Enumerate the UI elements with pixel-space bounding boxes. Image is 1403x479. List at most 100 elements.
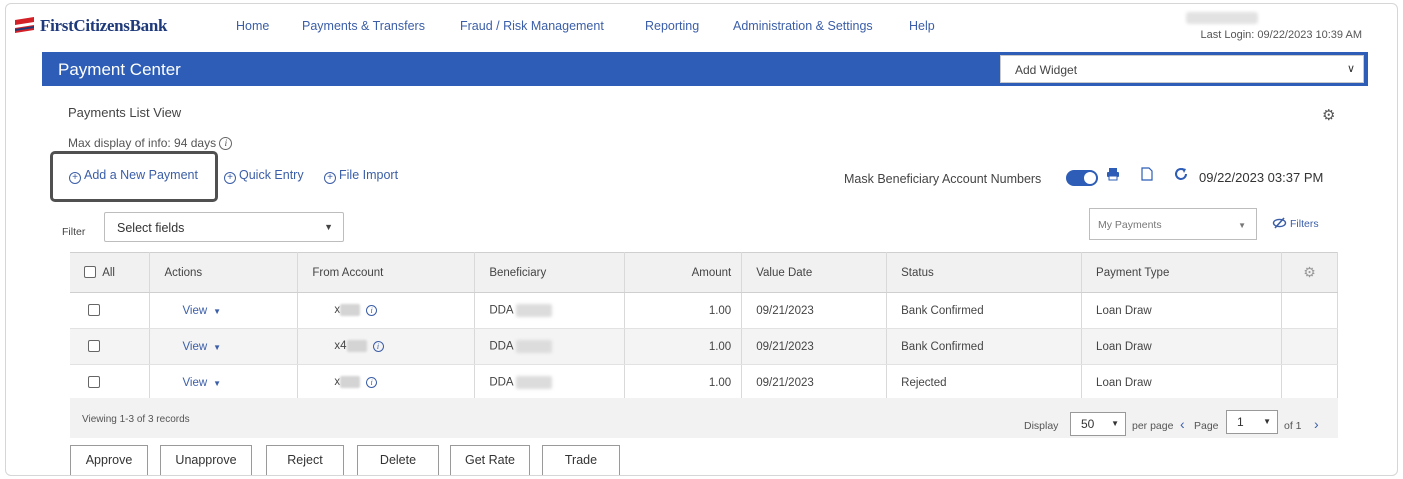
payment-type-cell: Loan Draw [1081, 292, 1282, 329]
chevron-down-icon: ∨ [1346, 63, 1355, 75]
unapprove-button[interactable]: Unapprove [160, 445, 252, 475]
col-from-account: From Account [297, 252, 476, 293]
quick-entry-link[interactable]: + Quick Entry [224, 168, 304, 184]
refresh-icon[interactable] [1174, 167, 1188, 184]
select-all-label: All [102, 266, 115, 279]
amount-cell: 1.00 [624, 292, 743, 329]
row-action-cell[interactable]: View ▼ [149, 364, 299, 401]
select-all-header[interactable]: All [70, 252, 151, 293]
row-action-cell[interactable]: View ▼ [149, 328, 299, 365]
account-redacted [340, 304, 361, 317]
col-actions: Actions [149, 252, 299, 293]
page-of-label: of 1 [1284, 420, 1302, 432]
per-page-label: per page [1132, 420, 1174, 432]
beneficiary-value: DDA [489, 304, 514, 317]
get-rate-button[interactable]: Get Rate [450, 445, 530, 475]
view-link[interactable]: View [182, 341, 207, 353]
row-checkbox-cell[interactable] [70, 292, 151, 329]
table-header-row: All Actions From Account Beneficiary Amo… [70, 252, 1339, 293]
per-page-value: 50 [1081, 417, 1095, 431]
page-value: 1 [1237, 415, 1244, 429]
select-all-checkbox[interactable] [84, 266, 96, 279]
flag-logo-icon [14, 17, 36, 35]
page-select[interactable]: 1 ▼ [1226, 410, 1278, 434]
info-icon[interactable]: i [219, 137, 233, 151]
view-link[interactable]: View [182, 305, 207, 317]
approve-button[interactable]: Approve [70, 445, 148, 475]
nav-home[interactable]: Home [236, 19, 269, 33]
info-icon[interactable]: i [366, 304, 378, 316]
eye-slash-icon [1272, 217, 1287, 229]
beneficiary-cell: DDA [474, 292, 626, 329]
mask-account-toggle[interactable] [1066, 170, 1098, 186]
view-link[interactable]: View [182, 377, 207, 389]
record-count: Viewing 1-3 of 3 records [82, 414, 190, 425]
document-icon[interactable] [1141, 167, 1153, 184]
prev-page-icon[interactable]: ‹ [1180, 416, 1185, 432]
trade-button[interactable]: Trade [542, 445, 620, 475]
brand-logo[interactable]: FirstCitizensBank [14, 16, 167, 36]
nav-administration-settings[interactable]: Administration & Settings [733, 19, 873, 33]
view-select[interactable]: My Payments ▼ [1089, 208, 1257, 240]
col-payment-type: Payment Type [1081, 252, 1282, 293]
status-cell: Rejected [886, 364, 1083, 401]
max-display-text: Max display of info: 94 days [68, 136, 217, 150]
from-account-value: x4 [334, 340, 347, 353]
nav-reporting[interactable]: Reporting [645, 19, 699, 33]
col-status: Status [886, 252, 1083, 293]
caret-down-icon[interactable]: ▼ [213, 307, 221, 316]
account-redacted [346, 340, 367, 353]
info-icon[interactable]: i [366, 376, 378, 388]
mask-account-label: Mask Beneficiary Account Numbers [844, 172, 1042, 186]
row-checkbox[interactable] [88, 340, 100, 353]
delete-button[interactable]: Delete [357, 445, 439, 475]
add-new-payment-link[interactable]: + Add a New Payment [69, 168, 198, 184]
filter-fields-select[interactable]: Select fields ▼ [104, 212, 344, 242]
row-action-cell[interactable]: View ▼ [149, 292, 299, 329]
caret-down-icon: ▼ [1263, 417, 1271, 426]
file-import-link[interactable]: + File Import [324, 168, 398, 184]
caret-down-icon[interactable]: ▼ [213, 379, 221, 388]
caret-down-icon: ▼ [1111, 419, 1119, 428]
plus-circle-icon: + [69, 172, 81, 184]
caret-down-icon[interactable]: ▼ [213, 343, 221, 352]
nav-payments-transfers[interactable]: Payments & Transfers [302, 19, 425, 33]
quick-entry-label: Quick Entry [239, 168, 304, 182]
gear-icon[interactable]: ⚙ [1303, 264, 1316, 280]
nav-fraud-risk[interactable]: Fraud / Risk Management [460, 19, 604, 33]
page-header-title: Payment Center [58, 60, 181, 79]
value-date-cell: 09/21/2023 [741, 292, 888, 329]
add-new-payment-label: Add a New Payment [84, 168, 198, 182]
filters-label: Filters [1290, 218, 1319, 230]
table-row: View ▼ xi DDA 1.00 09/21/2023 Rejected Lo… [70, 364, 1339, 401]
next-page-icon[interactable]: › [1314, 416, 1319, 432]
display-label: Display [1024, 420, 1059, 432]
col-amount: Amount [624, 252, 743, 293]
gear-icon[interactable]: ⚙ [1322, 106, 1335, 124]
row-checkbox[interactable] [88, 376, 100, 389]
row-checkbox-cell[interactable] [70, 328, 151, 365]
per-page-select[interactable]: 50 ▼ [1070, 412, 1126, 436]
print-icon[interactable] [1106, 167, 1120, 184]
row-checkbox[interactable] [88, 304, 100, 317]
row-checkbox-cell[interactable] [70, 364, 151, 401]
empty-cell [1281, 328, 1339, 365]
brand-name: FirstCitizensBank [40, 16, 168, 35]
nav-help[interactable]: Help [909, 19, 935, 33]
add-widget-select[interactable]: Add Widget ∨ [1000, 55, 1364, 83]
empty-cell [1281, 292, 1339, 329]
view-select-value: My Payments [1098, 219, 1162, 231]
info-icon[interactable]: i [372, 340, 384, 352]
amount-cell: 1.00 [624, 328, 743, 365]
beneficiary-redacted [515, 304, 552, 317]
from-account-cell: x4 i [297, 328, 476, 365]
column-settings-cell[interactable]: ⚙ [1281, 252, 1339, 293]
plus-circle-icon: + [324, 172, 336, 184]
filters-link[interactable]: Filters [1272, 217, 1319, 230]
payment-type-cell: Loan Draw [1081, 328, 1282, 365]
beneficiary-redacted [515, 340, 552, 353]
page-title: Payments List View [68, 105, 182, 120]
reject-button[interactable]: Reject [266, 445, 344, 475]
plus-circle-icon: + [224, 172, 236, 184]
value-date-cell: 09/21/2023 [741, 328, 888, 365]
